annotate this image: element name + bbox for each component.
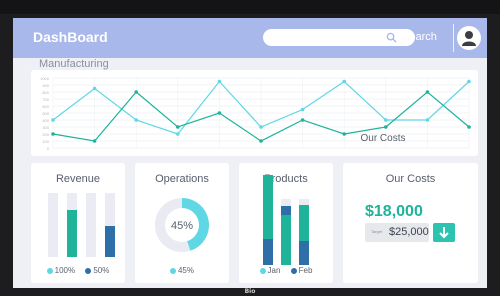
operations-card: Operations 45% 45% bbox=[135, 163, 229, 283]
our-costs-card: Our Costs $18,000 Target $25,000 bbox=[343, 163, 478, 283]
target-value: $25,000 bbox=[389, 226, 429, 238]
y-tick-label: 500 bbox=[42, 111, 49, 116]
brand-title: DashBoard bbox=[33, 29, 108, 45]
products-bar bbox=[299, 199, 309, 265]
data-point bbox=[259, 139, 263, 143]
revenue-bar bbox=[67, 193, 77, 257]
operations-legend: 45% bbox=[135, 266, 229, 275]
products-card: Products Jan Feb bbox=[239, 163, 333, 283]
user-icon bbox=[462, 31, 476, 46]
y-tick-label: 700 bbox=[42, 97, 49, 102]
avatar[interactable] bbox=[457, 26, 481, 50]
legend-label: Jan bbox=[267, 266, 281, 275]
data-point bbox=[51, 132, 55, 136]
data-point bbox=[176, 125, 180, 129]
y-tick-label: 200 bbox=[42, 132, 49, 137]
our-costs-title: Our Costs bbox=[385, 173, 436, 185]
data-point bbox=[425, 90, 430, 94]
y-tick-label: 100 bbox=[42, 139, 49, 144]
data-point bbox=[259, 125, 263, 129]
y-tick-label: 1000 bbox=[40, 76, 50, 81]
data-point bbox=[300, 107, 305, 112]
donut-center-label: 45% bbox=[171, 220, 193, 232]
revenue-bar-fill bbox=[105, 226, 115, 257]
products-legend: Jan Feb bbox=[239, 266, 333, 275]
data-point bbox=[467, 125, 471, 129]
data-point bbox=[342, 132, 347, 136]
data-point bbox=[425, 118, 430, 122]
revenue-bar bbox=[48, 193, 58, 257]
data-point bbox=[217, 79, 222, 84]
data-point bbox=[467, 79, 471, 84]
data-point bbox=[176, 132, 180, 136]
revenue-legend: 100% 50% bbox=[31, 266, 125, 275]
y-tick-label: 800 bbox=[42, 90, 49, 95]
y-tick-label: 400 bbox=[42, 118, 49, 123]
legend-dot-icon bbox=[46, 267, 53, 274]
data-point bbox=[92, 139, 97, 143]
legend-dot-icon bbox=[259, 267, 266, 274]
data-point bbox=[217, 111, 222, 115]
download-button[interactable] bbox=[433, 223, 455, 242]
revenue-title: Revenue bbox=[55, 173, 101, 185]
products-bar-feb bbox=[263, 239, 273, 265]
chart-title: Our Costs bbox=[360, 133, 405, 144]
revenue-card: Revenue 100% 50% bbox=[31, 163, 125, 283]
data-point bbox=[384, 125, 388, 129]
arrow-down-icon bbox=[439, 227, 449, 239]
products-bar-jan bbox=[263, 175, 273, 239]
products-bar-feb bbox=[299, 241, 309, 265]
products-bar-feb bbox=[281, 206, 291, 215]
legend-label: 50% bbox=[93, 266, 110, 275]
data-point bbox=[342, 79, 347, 84]
legend-label: Feb bbox=[298, 266, 313, 275]
target-box: Target $25,000 bbox=[365, 223, 429, 242]
revenue-bar-fill bbox=[67, 210, 77, 257]
data-point bbox=[51, 118, 55, 122]
revenue-bar bbox=[86, 193, 96, 257]
monitor-brand-logo: Bio bbox=[244, 288, 256, 295]
y-tick-label: 900 bbox=[42, 83, 49, 88]
data-point bbox=[134, 90, 138, 94]
operations-title: Operations bbox=[155, 173, 209, 185]
products-title: Products bbox=[264, 173, 308, 185]
y-tick-label: 600 bbox=[42, 104, 49, 109]
products-bar-jan bbox=[281, 215, 291, 265]
data-point bbox=[384, 118, 388, 122]
search-icon bbox=[386, 32, 397, 43]
search-label[interactable]: Search bbox=[402, 31, 437, 43]
legend-dot-icon bbox=[290, 267, 297, 274]
costs-line-chart-panel: 0 100 200 300 400 500 600 700 800 900 1000 Our Cost… bbox=[31, 70, 478, 156]
data-point bbox=[134, 118, 138, 122]
legend-dot-icon bbox=[85, 267, 92, 274]
products-bar bbox=[263, 175, 273, 265]
costs-value: $18,000 bbox=[365, 203, 423, 220]
dashboard-screen: DashBoard Search Manufacturing 0 100 200 30… bbox=[13, 18, 487, 288]
revenue-bar bbox=[105, 193, 115, 257]
monitor-frame: DashBoard Search Manufacturing 0 100 200 30… bbox=[0, 0, 500, 296]
monitor-top-bezel bbox=[0, 0, 500, 14]
search-input[interactable] bbox=[263, 29, 415, 46]
products-bar-jan bbox=[299, 205, 309, 241]
y-tick-label: 0 bbox=[47, 146, 50, 151]
section-title: Manufacturing bbox=[39, 58, 109, 70]
legend-label: 45% bbox=[177, 266, 194, 275]
line-chart: 0 100 200 300 400 500 600 700 800 900 1000 Our Cost… bbox=[40, 76, 471, 151]
operations-donut: 45% bbox=[155, 198, 209, 252]
header-divider bbox=[453, 24, 454, 52]
data-point bbox=[92, 86, 97, 91]
products-bar bbox=[281, 199, 291, 265]
app-header: DashBoard Search bbox=[13, 18, 487, 58]
y-tick-label: 300 bbox=[42, 125, 49, 130]
target-label: Target bbox=[371, 229, 383, 234]
legend-label: 100% bbox=[54, 266, 76, 275]
data-point bbox=[300, 118, 305, 122]
legend-dot-icon bbox=[169, 267, 176, 274]
